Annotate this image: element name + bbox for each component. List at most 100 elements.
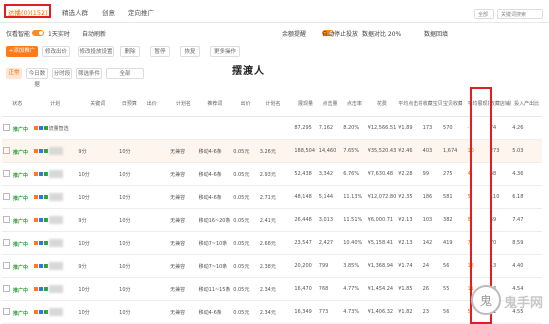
cell-shop: 74	[488, 116, 512, 140]
top-tab-bar: 达播(0)(152) 精选人群 创意 定向推广 全部 关键词搜索	[0, 0, 549, 23]
cell-imp: 26,448	[293, 208, 318, 232]
col-header[interactable]: 展现量	[293, 90, 318, 117]
cell-cpc: ¥1.85	[397, 277, 422, 301]
col-header[interactable]: 平均点击花费	[397, 90, 422, 117]
cell-fav: 99	[421, 162, 443, 186]
cell-bid: 10分	[118, 139, 141, 163]
col-header[interactable]: 关键词	[77, 90, 119, 117]
table-row[interactable]: 推广中 10分 10分 无兼容 移动7~10条 0.05元 2.68元 23,547 2,427…	[2, 231, 542, 255]
status-dot	[33, 126, 38, 130]
col-header[interactable]: 状态	[2, 90, 33, 117]
status-dot	[33, 287, 38, 291]
cell-budget: 10分	[77, 162, 119, 186]
cell-favr: 581	[442, 185, 463, 209]
table-row[interactable]: 推广中 流量智选 87,295 7,162 8.20% ¥12,566.51 ¥1.89 17…	[2, 116, 542, 140]
cell-imp: 16,470	[293, 277, 318, 301]
option-label-1: 仅看智能	[6, 31, 31, 38]
blurred-name	[48, 147, 63, 155]
row-checkbox[interactable]	[3, 261, 10, 269]
row-checkbox[interactable]	[3, 192, 10, 200]
filter-today[interactable]: 今日数据	[26, 68, 48, 88]
col-header[interactable]: 计划名	[169, 90, 198, 117]
col-header[interactable]: 推荐词	[197, 90, 233, 117]
col-header[interactable]: 收藏宝贝数	[421, 90, 443, 117]
cell-bid: 10分	[118, 254, 141, 278]
tab-targeting[interactable]: 定向推广	[128, 7, 154, 17]
col-header[interactable]: 出价	[232, 90, 259, 117]
tab-crowd[interactable]: 精选人群	[62, 7, 88, 17]
tab-creative[interactable]: 创意	[102, 7, 115, 17]
campaign-name[interactable]: 流量智选	[49, 126, 69, 132]
filter-timeslot[interactable]: 分时段	[52, 68, 72, 79]
row-checkbox[interactable]	[3, 169, 10, 177]
status-dot	[33, 218, 38, 222]
col-header[interactable]: 计划名	[258, 90, 288, 117]
cell-cpc: ¥2.35	[397, 185, 422, 209]
status-dot	[38, 149, 43, 153]
cell-p	[140, 185, 163, 209]
cell-budget: 9分	[77, 208, 119, 232]
col-header[interactable]: 收藏店铺数	[488, 90, 512, 117]
filter-scope-select[interactable]: 全部	[106, 68, 144, 79]
table-row[interactable]: 推广中 10分 10分 无兼容 移动4-6条 0.05元 2.71元 48,148 5,144 1…	[2, 185, 542, 209]
status-dot	[43, 218, 48, 222]
col-header[interactable]: 花费	[366, 90, 398, 117]
row-checkbox[interactable]	[3, 123, 10, 131]
cell-c1	[232, 116, 259, 140]
table-row[interactable]: 推广中 10分 10分 无兼容 移动4-6条 0.05元 2.93元 52,438 3,342 6…	[2, 162, 542, 186]
col-header[interactable]: 投入产出比	[511, 90, 542, 117]
cell-word: 移动11~15条	[197, 277, 233, 301]
toggle-switch-1[interactable]	[32, 29, 44, 36]
table-row[interactable]: 推广中 10分 10分 无兼容 移动4-6条 0.05元 2.34元 16,349 773 4.7…	[2, 300, 542, 324]
cell-ctr: 6.76%	[342, 162, 367, 186]
table-row[interactable]: 推广中 9分 10分 无兼容 移动7~10条 0.05元 2.38元 20,200 799 3.8…	[2, 254, 542, 278]
cell-word	[197, 116, 233, 140]
table-row[interactable]: 推广中 9分 10分 无兼容 移动4-6条 0.05元 3.26元 188,504 14,460…	[2, 139, 542, 163]
status-dot	[43, 264, 48, 268]
row-checkbox[interactable]	[3, 238, 10, 246]
cell-c2: 2.71元	[258, 185, 288, 209]
cell-favr: 382	[442, 208, 463, 232]
col-header[interactable]: 日预算	[118, 90, 141, 117]
row-checkbox[interactable]	[3, 215, 10, 223]
cell-word: 移动7~10条	[197, 254, 233, 278]
resume-button[interactable]: 恢复	[180, 46, 200, 57]
edit-bid-button[interactable]: 修改出价	[42, 46, 70, 57]
cell-plan: 无兼容	[169, 139, 198, 163]
logo-text: 鬼手网	[504, 295, 543, 311]
row-checkbox[interactable]	[3, 146, 10, 154]
filter-normal[interactable]: 正常	[6, 68, 22, 79]
scope-select[interactable]: 全部	[474, 9, 494, 19]
col-header[interactable]: 点击量	[317, 90, 343, 117]
col-header[interactable]: 点击率	[342, 90, 367, 117]
pause-button[interactable]: 暂停	[150, 46, 170, 57]
status-dot	[38, 264, 43, 268]
table-row[interactable]: 推广中 10分 10分 无兼容 移动11~15条 0.05元 2.34元 16,470 768 4…	[2, 277, 542, 301]
status-dot	[43, 310, 48, 314]
option-label-5: 自动停止投放	[322, 31, 359, 38]
search-input[interactable]: 关键词搜索	[497, 9, 543, 19]
row-checkbox[interactable]	[3, 284, 10, 292]
watermark-title: 摆渡人	[232, 66, 265, 77]
cell-cpc: ¥2.46	[397, 139, 422, 163]
status-dot	[43, 195, 48, 199]
option-label-4: 余额提醒	[282, 31, 307, 38]
status-dot	[43, 241, 48, 245]
table-row[interactable]: 推广中 9分 10分 无兼容 移动16~20条 0.05元 2.41元 26,448 3,013…	[2, 208, 542, 232]
cell-ctr: 8.20%	[342, 116, 367, 140]
cell-p	[140, 162, 163, 186]
col-header[interactable]: 宝贝收藏率	[442, 90, 463, 117]
cell-ctr: 7.65%	[342, 139, 367, 163]
col-header[interactable]: 计划	[32, 90, 78, 117]
more-actions-button[interactable]: 更多操作	[210, 46, 240, 57]
tab-active[interactable]: 达播(0)(152)	[8, 7, 48, 17]
col-header[interactable]: 出价	[140, 90, 163, 117]
blurred-name	[48, 262, 63, 270]
edit-settings-button[interactable]: 修改投放设置	[78, 46, 114, 57]
cell-favr: 1,674	[442, 139, 463, 163]
add-campaign-button[interactable]: +添加推广计划	[6, 46, 38, 65]
row-checkbox[interactable]	[3, 307, 10, 315]
filter-conditions[interactable]: 筛选条件	[76, 68, 102, 79]
cell-c2: 2.38元	[258, 254, 288, 278]
delete-button[interactable]: 删除	[120, 46, 140, 57]
